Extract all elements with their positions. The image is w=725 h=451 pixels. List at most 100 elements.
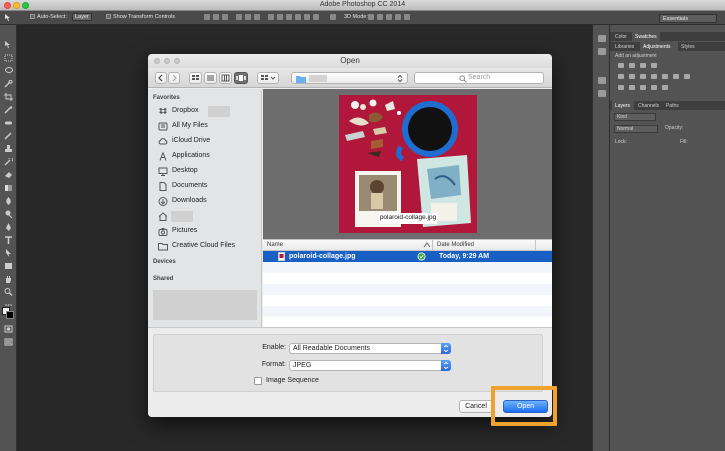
lasso-tool-icon[interactable] [4, 67, 13, 75]
arrange-button[interactable] [257, 72, 279, 84]
layer-filter-dropdown[interactable]: Kind [614, 113, 656, 121]
properties-icon[interactable] [598, 48, 606, 55]
align-top-icon[interactable] [204, 14, 210, 20]
auto-select-checkbox[interactable]: Auto-Select: [30, 14, 67, 20]
history-brush-tool-icon[interactable] [4, 156, 14, 166]
3d-roll-icon[interactable] [377, 14, 383, 20]
character-icon[interactable] [598, 77, 606, 84]
distribute-icon[interactable] [313, 14, 319, 20]
distribute-icon[interactable] [295, 14, 301, 20]
icon-view-button[interactable] [189, 72, 202, 84]
cancel-button[interactable]: Cancel [459, 400, 493, 413]
quick-mask-icon[interactable] [4, 325, 13, 333]
auto-align-icon[interactable] [330, 14, 336, 20]
hand-tool-icon[interactable] [4, 275, 13, 283]
move-tool-icon[interactable] [4, 41, 13, 49]
posterize-icon[interactable] [629, 85, 635, 90]
move-tool-icon[interactable] [4, 13, 14, 24]
enable-select[interactable]: All Readable Documents [289, 343, 451, 354]
checkbox-box[interactable] [30, 14, 35, 19]
tab-styles[interactable]: Styles [681, 44, 695, 50]
invert-icon[interactable] [618, 85, 624, 90]
gradient-map-icon[interactable] [651, 85, 657, 90]
channel-mixer-icon[interactable] [673, 74, 679, 79]
hue-saturation-icon[interactable] [629, 74, 635, 79]
color-lookup-icon[interactable] [684, 74, 690, 79]
sidebar-item-documents[interactable]: Documents [156, 181, 260, 193]
distribute-icon[interactable] [277, 14, 283, 20]
paragraph-icon[interactable] [598, 90, 606, 97]
zoom-tool-icon[interactable] [4, 288, 13, 296]
sidebar-item-dropbox[interactable]: Dropbox [156, 106, 260, 118]
background-color-swatch[interactable] [6, 311, 14, 319]
column-view-button[interactable] [219, 72, 232, 84]
align-left-icon[interactable] [236, 14, 242, 20]
column-header-name[interactable]: Name [267, 242, 283, 248]
photo-filter-icon[interactable] [662, 74, 668, 79]
checkbox-box[interactable] [106, 14, 111, 19]
align-center-icon[interactable] [245, 14, 251, 20]
screen-mode-icon[interactable] [4, 338, 13, 346]
back-button[interactable] [155, 72, 167, 84]
pen-tool-icon[interactable] [4, 223, 13, 231]
sidebar-item-icloud-drive[interactable]: iCloud Drive [156, 136, 260, 148]
blend-mode-dropdown[interactable]: Normal [614, 125, 658, 133]
format-select[interactable]: JPEG [289, 360, 451, 371]
3d-scale-icon[interactable] [404, 14, 410, 20]
tab-layers[interactable]: Layers [615, 103, 630, 109]
tab-color[interactable]: Color [615, 34, 627, 40]
3d-slide-icon[interactable] [395, 14, 401, 20]
eyedropper-tool-icon[interactable] [4, 106, 13, 114]
color-balance-icon[interactable] [640, 74, 646, 79]
selective-color-icon[interactable] [662, 85, 668, 90]
table-row[interactable]: polaroid-collage.jpg Today, 9:29 AM [263, 251, 552, 262]
gradient-tool-icon[interactable] [4, 184, 13, 192]
transform-controls-checkbox[interactable]: Show Transform Controls [106, 14, 175, 20]
location-popup[interactable] [291, 72, 408, 84]
history-icon[interactable] [598, 35, 606, 42]
sidebar-item-creative-cloud-files[interactable]: Creative Cloud Files [156, 241, 260, 253]
3d-rotate-icon[interactable] [368, 14, 374, 20]
sidebar-item-all-my-files[interactable]: All My Files [156, 121, 260, 133]
distribute-icon[interactable] [268, 14, 274, 20]
vibrance-icon[interactable] [618, 74, 624, 79]
align-right-icon[interactable] [254, 14, 260, 20]
black-white-icon[interactable] [651, 74, 657, 79]
forward-button[interactable] [168, 72, 180, 84]
dodge-tool-icon[interactable] [4, 210, 13, 219]
auto-select-dropdown[interactable]: Layer [72, 13, 92, 21]
tab-swatches[interactable]: Swatches [635, 34, 657, 40]
curves-icon[interactable] [640, 63, 646, 68]
search-field[interactable]: Search [414, 72, 544, 84]
tab-channels[interactable]: Channels [638, 103, 659, 109]
cover-flow-view-button[interactable] [234, 72, 248, 84]
sidebar-item-applications[interactable]: Applications [156, 151, 260, 163]
distribute-icon[interactable] [286, 14, 292, 20]
3d-drag-icon[interactable] [386, 14, 392, 20]
blur-tool-icon[interactable] [4, 197, 13, 205]
sidebar-item-downloads[interactable]: Downloads [156, 196, 260, 208]
brush-tool-icon[interactable] [4, 132, 13, 140]
threshold-icon[interactable] [640, 85, 646, 90]
align-middle-icon[interactable] [213, 14, 219, 20]
sidebar-item-pictures[interactable]: Pictures [156, 226, 260, 238]
brightness-contrast-icon[interactable] [618, 63, 624, 68]
marquee-tool-icon[interactable] [4, 54, 13, 62]
column-header-date-modified[interactable]: Date Modified [437, 242, 474, 248]
list-view-button[interactable] [204, 72, 217, 84]
levels-icon[interactable] [629, 63, 635, 68]
eraser-tool-icon[interactable] [4, 171, 13, 179]
align-bottom-icon[interactable] [222, 14, 228, 20]
quick-select-tool-icon[interactable] [4, 79, 13, 88]
tab-adjustments[interactable]: Adjustments [643, 44, 671, 50]
path-selection-tool-icon[interactable] [4, 249, 13, 257]
rectangle-tool-icon[interactable] [4, 262, 13, 270]
exposure-icon[interactable] [651, 63, 657, 68]
healing-brush-tool-icon[interactable] [4, 119, 13, 127]
tab-paths[interactable]: Paths [666, 103, 679, 109]
image-sequence-checkbox[interactable] [254, 377, 262, 385]
clone-stamp-tool-icon[interactable] [4, 145, 13, 153]
distribute-icon[interactable] [304, 14, 310, 20]
tab-libraries[interactable]: Libraries [615, 44, 634, 50]
sidebar-item-home[interactable] [156, 211, 260, 223]
